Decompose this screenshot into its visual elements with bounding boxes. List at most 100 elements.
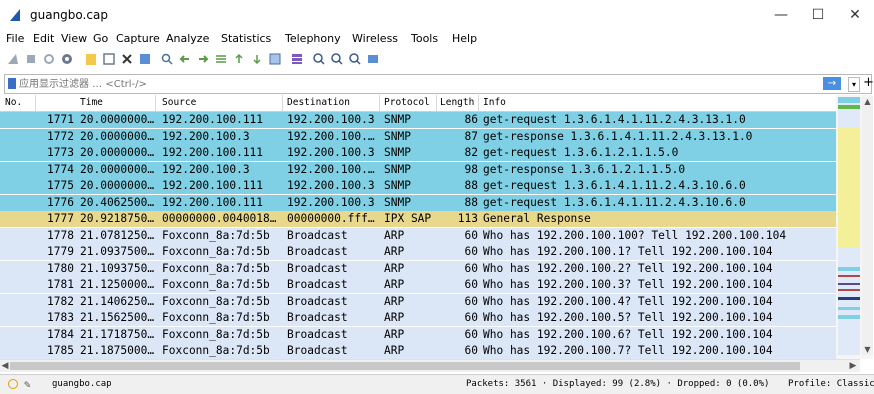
first-icon[interactable] xyxy=(232,52,246,66)
cell-no: 1776 xyxy=(47,195,74,209)
packet-row[interactable]: 1779 21.0937500… Foxconn_8a:7d:5b Broadc… xyxy=(0,244,836,260)
shark-fin-icon[interactable] xyxy=(6,52,20,66)
cell-destination: 192.200.100.3 xyxy=(287,146,375,159)
column-separator[interactable] xyxy=(155,95,156,111)
column-header-no[interactable]: No. xyxy=(5,97,22,108)
column-header-protocol[interactable]: Protocol xyxy=(384,97,430,108)
packet-row[interactable]: 1785 21.1875000… Foxconn_8a:7d:5b Broadc… xyxy=(0,343,836,359)
stop-icon[interactable] xyxy=(24,52,38,66)
scroll-left-arrow-icon[interactable]: ◀ xyxy=(0,360,10,372)
save-icon[interactable] xyxy=(102,52,116,66)
packet-row[interactable]: 1781 21.1250000… Foxconn_8a:7d:5b Broadc… xyxy=(0,277,836,293)
menu-analyze[interactable]: Analyze xyxy=(166,32,209,45)
close-file-icon[interactable] xyxy=(120,52,134,66)
add-filter-button-icon[interactable]: + xyxy=(863,75,874,90)
display-filter-input[interactable] xyxy=(19,77,839,91)
capture-status-icon[interactable] xyxy=(8,379,18,389)
column-separator[interactable] xyxy=(436,95,437,111)
column-header-destination[interactable]: Destination xyxy=(287,97,350,108)
autoscroll-icon[interactable] xyxy=(268,52,282,66)
apply-filter-arrow-icon[interactable]: → xyxy=(823,77,841,90)
restart-icon[interactable] xyxy=(42,52,56,66)
cell-info: General Response xyxy=(483,212,591,225)
back-icon[interactable] xyxy=(178,52,192,66)
cell-length: 60 xyxy=(464,245,478,258)
packet-row[interactable]: 1783 21.1562500… Foxconn_8a:7d:5b Broadc… xyxy=(0,310,836,326)
forward-icon[interactable] xyxy=(196,52,210,66)
packet-minimap[interactable] xyxy=(838,97,860,355)
menu-help[interactable]: Help xyxy=(452,32,477,45)
packet-row[interactable]: 1782 21.1406250… Foxconn_8a:7d:5b Broadc… xyxy=(0,293,836,310)
menu-view[interactable]: View xyxy=(61,32,87,45)
maximize-icon[interactable]: ☐ xyxy=(803,4,833,26)
packet-row[interactable]: 1778 21.0781250… Foxconn_8a:7d:5b Broadc… xyxy=(0,227,836,244)
column-header-info[interactable]: Info xyxy=(483,97,506,108)
column-separator[interactable] xyxy=(379,95,380,111)
packet-row[interactable]: 1774 20.0000000… 192.200.100.3 192.200.1… xyxy=(0,161,836,178)
status-bar: ✎ guangbo.cap Packets: 3561 · Displayed:… xyxy=(0,374,874,394)
status-file-name: guangbo.cap xyxy=(52,379,112,389)
cell-destination: 192.200.100.3 xyxy=(287,179,375,192)
open-icon[interactable] xyxy=(84,52,98,66)
scroll-right-arrow-icon[interactable]: ▶ xyxy=(848,360,858,372)
horizontal-scroll-thumb[interactable] xyxy=(10,362,800,370)
scroll-up-arrow-icon[interactable]: ▲ xyxy=(862,97,873,107)
filter-history-dropdown-icon[interactable]: ▾ xyxy=(848,77,860,92)
column-separator[interactable] xyxy=(282,95,283,111)
column-header-source[interactable]: Source xyxy=(162,97,196,108)
reload-icon[interactable] xyxy=(138,52,152,66)
packet-row[interactable]: 1771 20.0000000… 192.200.100.111 192.200… xyxy=(0,112,836,128)
resize-columns-icon[interactable] xyxy=(366,52,380,66)
cell-protocol: ARP xyxy=(384,228,405,242)
column-separator[interactable] xyxy=(478,95,479,111)
edit-comment-icon[interactable]: ✎ xyxy=(24,378,31,391)
cell-protocol: SNMP xyxy=(384,146,411,159)
zoom-normal-icon[interactable] xyxy=(348,52,362,66)
cell-length: 86 xyxy=(464,113,478,126)
cell-source: Foxconn_8a:7d:5b xyxy=(162,278,270,291)
filter-bookmark-icon[interactable] xyxy=(8,78,16,89)
zoom-out-icon[interactable] xyxy=(330,52,344,66)
cell-no: 1775 xyxy=(47,179,74,192)
zoom-in-icon[interactable] xyxy=(312,52,326,66)
cell-destination: Broadcast xyxy=(287,228,348,242)
horizontal-scrollbar[interactable]: ◀ ▶ xyxy=(0,359,860,372)
column-header-length[interactable]: Length xyxy=(440,97,474,108)
cell-destination: Broadcast xyxy=(287,327,348,341)
packet-row[interactable]: 1784 21.1718750… Foxconn_8a:7d:5b Broadc… xyxy=(0,326,836,343)
packet-row[interactable]: 1775 20.0000000… 192.200.100.111 192.200… xyxy=(0,178,836,194)
find-icon[interactable] xyxy=(160,52,174,66)
last-icon[interactable] xyxy=(250,52,264,66)
column-separator[interactable] xyxy=(35,95,36,111)
menu-go[interactable]: Go xyxy=(93,32,108,45)
cell-source: Foxconn_8a:7d:5b xyxy=(162,294,270,308)
vertical-scrollbar[interactable]: ▲ ▼ xyxy=(862,97,873,355)
cell-info: get-request 1.3.6.1.4.1.11.2.4.3.13.1.0 xyxy=(483,113,746,126)
status-profile[interactable]: Profile: Classic xyxy=(788,379,874,389)
cell-time: 20.4062500… xyxy=(80,195,155,209)
goto-icon[interactable] xyxy=(214,52,228,66)
packet-row[interactable]: 1777 20.9218750… 00000000.0040018… 00000… xyxy=(0,211,836,227)
close-icon[interactable]: ✕ xyxy=(840,4,870,26)
options-icon[interactable] xyxy=(60,52,74,66)
menu-statistics[interactable]: Statistics xyxy=(221,32,271,45)
menu-tools[interactable]: Tools xyxy=(411,32,438,45)
cell-no: 1773 xyxy=(47,146,74,159)
minimize-icon[interactable]: — xyxy=(766,4,796,26)
menu-telephony[interactable]: Telephony xyxy=(285,32,341,45)
packet-row[interactable]: 1773 20.0000000… 192.200.100.111 192.200… xyxy=(0,145,836,161)
column-header-time[interactable]: Time xyxy=(80,97,103,108)
menu-edit[interactable]: Edit xyxy=(33,32,54,45)
cell-time: 21.1406250… xyxy=(80,294,155,308)
packet-row[interactable]: 1780 21.1093750… Foxconn_8a:7d:5b Broadc… xyxy=(0,260,836,277)
menu-file[interactable]: File xyxy=(6,32,24,45)
menu-capture[interactable]: Capture xyxy=(116,32,160,45)
scroll-down-arrow-icon[interactable]: ▼ xyxy=(862,345,873,355)
cell-info: Who has 192.200.100.2? Tell 192.200.100.… xyxy=(483,261,773,275)
cell-time: 20.0000000… xyxy=(80,146,155,159)
packet-row[interactable]: 1776 20.4062500… 192.200.100.111 192.200… xyxy=(0,194,836,211)
cell-no: 1785 xyxy=(47,344,74,357)
menu-wireless[interactable]: Wireless xyxy=(352,32,398,45)
colorize-icon[interactable] xyxy=(290,52,304,66)
packet-row[interactable]: 1772 20.0000000… 192.200.100.3 192.200.1… xyxy=(0,128,836,145)
